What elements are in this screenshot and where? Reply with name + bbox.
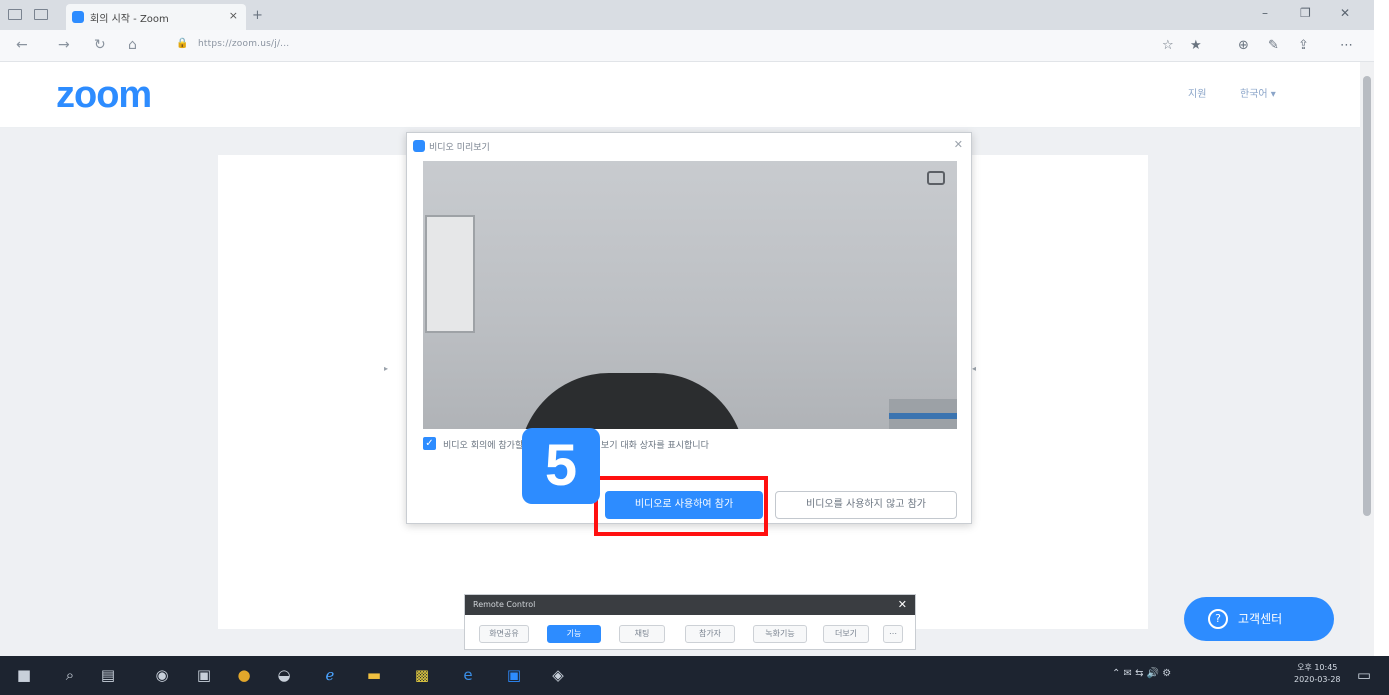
lock-icon: 🔒 bbox=[176, 38, 189, 49]
tab-close-icon[interactable]: × bbox=[229, 9, 238, 22]
zoom-favicon-icon bbox=[72, 11, 84, 23]
remote-btn-function[interactable]: 기능 bbox=[547, 625, 601, 643]
join-without-video-button[interactable]: 비디오를 사용하지 않고 참가 bbox=[775, 491, 957, 519]
favorites-hub-icon[interactable]: ⊕ bbox=[1238, 38, 1249, 53]
page-scrollbar[interactable] bbox=[1360, 62, 1374, 656]
remote-btn-share[interactable]: 화면공유 bbox=[479, 625, 529, 643]
monitor-object bbox=[889, 399, 957, 429]
app-icon-2[interactable]: ▣ bbox=[194, 665, 214, 685]
start-icon[interactable]: ■ bbox=[14, 665, 34, 685]
whiteboard-object bbox=[425, 215, 475, 333]
preview-checkbox-row[interactable]: ✓ 비디오 회의에 참가할 때 항상 비디오 미리보기 대화 상자를 표시합니다 bbox=[423, 435, 957, 453]
folder-icon[interactable]: ▬ bbox=[364, 665, 384, 685]
support-label: 고객센터 bbox=[1238, 612, 1283, 626]
chrome-icon[interactable]: ● bbox=[234, 665, 254, 685]
side-marker-left: ▸ bbox=[384, 364, 389, 373]
url-text: https://zoom.us/j/... bbox=[198, 39, 290, 49]
language-selector[interactable]: 한국어 ▾ bbox=[1240, 85, 1276, 100]
url-field[interactable]: 🔒 https://zoom.us/j/... bbox=[176, 36, 1136, 56]
step-number-badge: 5 bbox=[522, 428, 600, 504]
window-edge bbox=[1374, 0, 1389, 695]
app-icon-3[interactable]: ◒ bbox=[274, 665, 294, 685]
highlight-box bbox=[594, 476, 768, 536]
more-menu-icon[interactable]: ⋯ bbox=[1340, 38, 1353, 53]
edge-icon[interactable]: e bbox=[458, 665, 478, 685]
side-marker-right: ◂ bbox=[972, 364, 977, 373]
minimize-button[interactable]: – bbox=[1262, 6, 1268, 20]
switch-camera-icon[interactable] bbox=[927, 171, 945, 185]
web-note-icon[interactable]: ✎ bbox=[1268, 38, 1279, 53]
windows-taskbar: ■ ⌕ ▤ ◉ ▣ ● ◒ ℯ ▬ ▩ e ▣ ◈ ⌃ ✉ ⇆ 🔊 ⚙ 오후 1… bbox=[0, 656, 1389, 695]
camera-preview bbox=[423, 161, 957, 429]
notification-icon[interactable]: ▭ bbox=[1354, 665, 1374, 685]
customer-support-button[interactable]: ? 고객센터 bbox=[1184, 597, 1334, 641]
app-icon-4[interactable]: ▩ bbox=[412, 665, 432, 685]
app-icon-5[interactable]: ◈ bbox=[548, 665, 568, 685]
app-icon-1[interactable]: ◉ bbox=[152, 665, 172, 685]
zoom-app-icon bbox=[413, 140, 425, 152]
clock-time: 오후 10:45 bbox=[1297, 663, 1338, 672]
browser-tab-bar: 회의 시작 - Zoom × + – ❐ ✕ bbox=[0, 0, 1389, 30]
scrollbar-thumb[interactable] bbox=[1363, 76, 1371, 516]
taskbar-clock[interactable]: 오후 10:45 2020-03-28 bbox=[1294, 662, 1341, 686]
close-window-button[interactable]: ✕ bbox=[1340, 6, 1350, 20]
tab-list-icon[interactable] bbox=[34, 9, 48, 20]
remote-btn-participants[interactable]: 참가자 bbox=[685, 625, 735, 643]
reading-view-icon[interactable]: ☆ bbox=[1162, 38, 1174, 53]
zoom-taskbar-icon[interactable]: ▣ bbox=[504, 665, 524, 685]
video-preview-dialog: 비디오 미리보기 ✕ ✓ 비디오 회의에 참가할 때 항상 비디오 미리보기 대… bbox=[406, 132, 972, 524]
zoom-logo[interactable]: zoom bbox=[56, 74, 152, 117]
dialog-title: 비디오 미리보기 bbox=[429, 143, 490, 153]
browser-tab-zoom[interactable]: 회의 시작 - Zoom × bbox=[66, 4, 246, 30]
ie-icon[interactable]: ℯ bbox=[320, 665, 340, 685]
remote-btn-record[interactable]: 녹화기능 bbox=[753, 625, 807, 643]
remote-bar-title: Remote Control bbox=[473, 600, 536, 609]
share-icon[interactable]: ⇪ bbox=[1298, 38, 1309, 53]
help-link[interactable]: 지원 bbox=[1188, 85, 1206, 100]
remote-btn-menu[interactable]: ⋯ bbox=[883, 625, 903, 643]
system-tray[interactable]: ⌃ ✉ ⇆ 🔊 ⚙ bbox=[1112, 668, 1171, 679]
remote-control-bar: Remote Control ✕ 화면공유 기능 채팅 참가자 녹화기능 더보기… bbox=[464, 594, 916, 650]
chair-object bbox=[519, 373, 745, 429]
favorite-star-icon[interactable]: ★ bbox=[1190, 38, 1202, 53]
remote-btn-more[interactable]: 더보기 bbox=[823, 625, 869, 643]
forward-button[interactable]: → bbox=[58, 37, 70, 53]
maximize-button[interactable]: ❐ bbox=[1300, 6, 1311, 20]
remote-bar-close-icon[interactable]: ✕ bbox=[898, 598, 907, 611]
always-preview-checkbox[interactable]: ✓ bbox=[423, 437, 436, 450]
dialog-close-icon[interactable]: ✕ bbox=[954, 138, 963, 151]
new-tab-button[interactable]: + bbox=[252, 8, 263, 23]
address-bar-row: ← → ↻ ⌂ 🔒 https://zoom.us/j/... ☆ ★ ⊕ ✎ … bbox=[0, 30, 1389, 62]
home-button[interactable]: ⌂ bbox=[128, 37, 137, 53]
zoom-header: zoom 지원 한국어 ▾ bbox=[0, 62, 1360, 128]
clock-date: 2020-03-28 bbox=[1294, 675, 1341, 684]
task-view-icon[interactable]: ▤ bbox=[98, 665, 118, 685]
help-circle-icon: ? bbox=[1208, 609, 1228, 629]
search-icon[interactable]: ⌕ bbox=[60, 665, 80, 685]
remote-btn-chat[interactable]: 채팅 bbox=[619, 625, 665, 643]
tab-title: 회의 시작 - Zoom bbox=[90, 14, 169, 25]
refresh-button[interactable]: ↻ bbox=[94, 37, 106, 53]
remote-bar-titlebar[interactable]: Remote Control ✕ bbox=[465, 595, 915, 615]
tab-actions-icon[interactable] bbox=[8, 9, 22, 20]
back-button[interactable]: ← bbox=[16, 37, 28, 53]
